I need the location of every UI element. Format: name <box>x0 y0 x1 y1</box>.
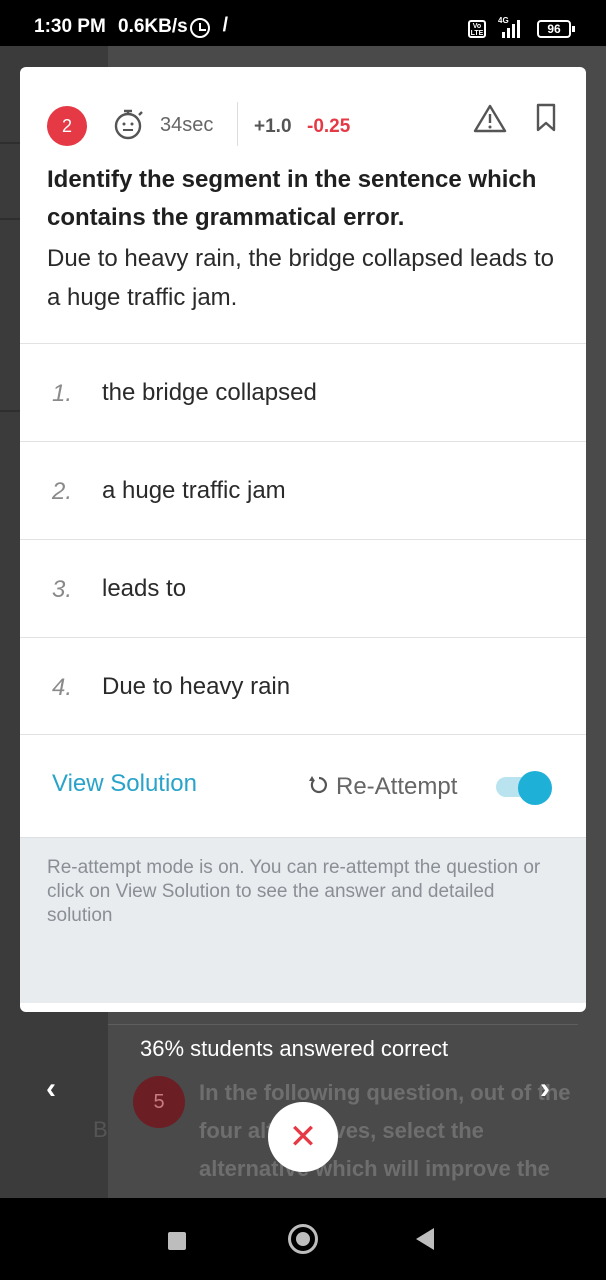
signal-icon: 4G <box>494 16 526 40</box>
question-sentence: Due to heavy rain, the bridge collapsed … <box>47 245 554 311</box>
close-button[interactable]: ✕ <box>268 1102 338 1172</box>
timer-icon <box>114 109 143 140</box>
home-icon[interactable] <box>288 1224 318 1254</box>
question-number-badge: 2 <box>47 106 87 146</box>
battery-icon: 96 <box>537 20 575 38</box>
question-instruction: Identify the segment in the sentence whi… <box>47 166 537 231</box>
next-question-number: 5 <box>133 1076 185 1128</box>
background-divider <box>108 1024 578 1025</box>
network-type: 4G <box>498 16 509 25</box>
option-number: 2. <box>52 478 73 505</box>
recent-apps-icon[interactable] <box>168 1232 186 1250</box>
volte-icon: Vo LTE <box>468 20 486 38</box>
reattempt-toggle[interactable] <box>494 771 552 805</box>
option-4[interactable]: 4. Due to heavy rain <box>20 637 586 735</box>
background-letter: B <box>93 1117 108 1142</box>
previous-question-button[interactable]: ‹ <box>46 1072 56 1106</box>
option-1[interactable]: 1. the bridge collapsed <box>20 343 586 441</box>
action-row: View Solution Re-Attempt <box>20 734 586 837</box>
option-number: 1. <box>52 380 73 407</box>
status-bar: 1:30 PM 0.6KB/s \ Vo LTE 4G 96 <box>0 0 606 46</box>
option-text: the bridge collapsed <box>102 379 317 406</box>
option-2[interactable]: 2. a huge traffic jam <box>20 441 586 539</box>
time-spent: 34sec <box>160 114 214 136</box>
view-solution-link[interactable]: View Solution <box>52 770 197 798</box>
question-card: 2 34sec +1.0 -0.25 Identify the segment … <box>20 67 586 1012</box>
system-nav-bar <box>0 1198 606 1280</box>
positive-marks: +1.0 <box>254 116 292 137</box>
next-question-button[interactable]: › <box>540 1072 550 1106</box>
alarm-icon <box>190 18 210 38</box>
status-time: 1:30 PM <box>34 16 106 37</box>
status-speed: 0.6KB/s <box>118 16 188 37</box>
option-number: 4. <box>52 674 73 701</box>
report-warning-icon[interactable] <box>473 103 507 133</box>
answer-stat: 36% students answered correct <box>140 1036 449 1061</box>
option-text: leads to <box>102 575 187 602</box>
bookmark-icon[interactable] <box>534 103 558 133</box>
reattempt-icon <box>309 776 327 794</box>
dnd-icon: \ <box>218 14 232 36</box>
option-3[interactable]: 3. leads to <box>20 539 586 637</box>
header-divider <box>237 102 238 146</box>
option-text: a huge traffic jam <box>102 477 286 504</box>
negative-marks: -0.25 <box>307 116 351 137</box>
reattempt-info-panel: Re-attempt mode is on. You can re-attemp… <box>20 837 586 1003</box>
back-icon[interactable] <box>416 1228 434 1250</box>
reattempt-info-text: Re-attempt mode is on. You can re-attemp… <box>47 857 541 926</box>
option-text: Due to heavy rain <box>102 673 291 700</box>
next-question-text: In the following question, out of the fo… <box>199 1080 571 1181</box>
reattempt-label: Re-Attempt <box>336 773 458 800</box>
option-number: 3. <box>52 576 73 603</box>
